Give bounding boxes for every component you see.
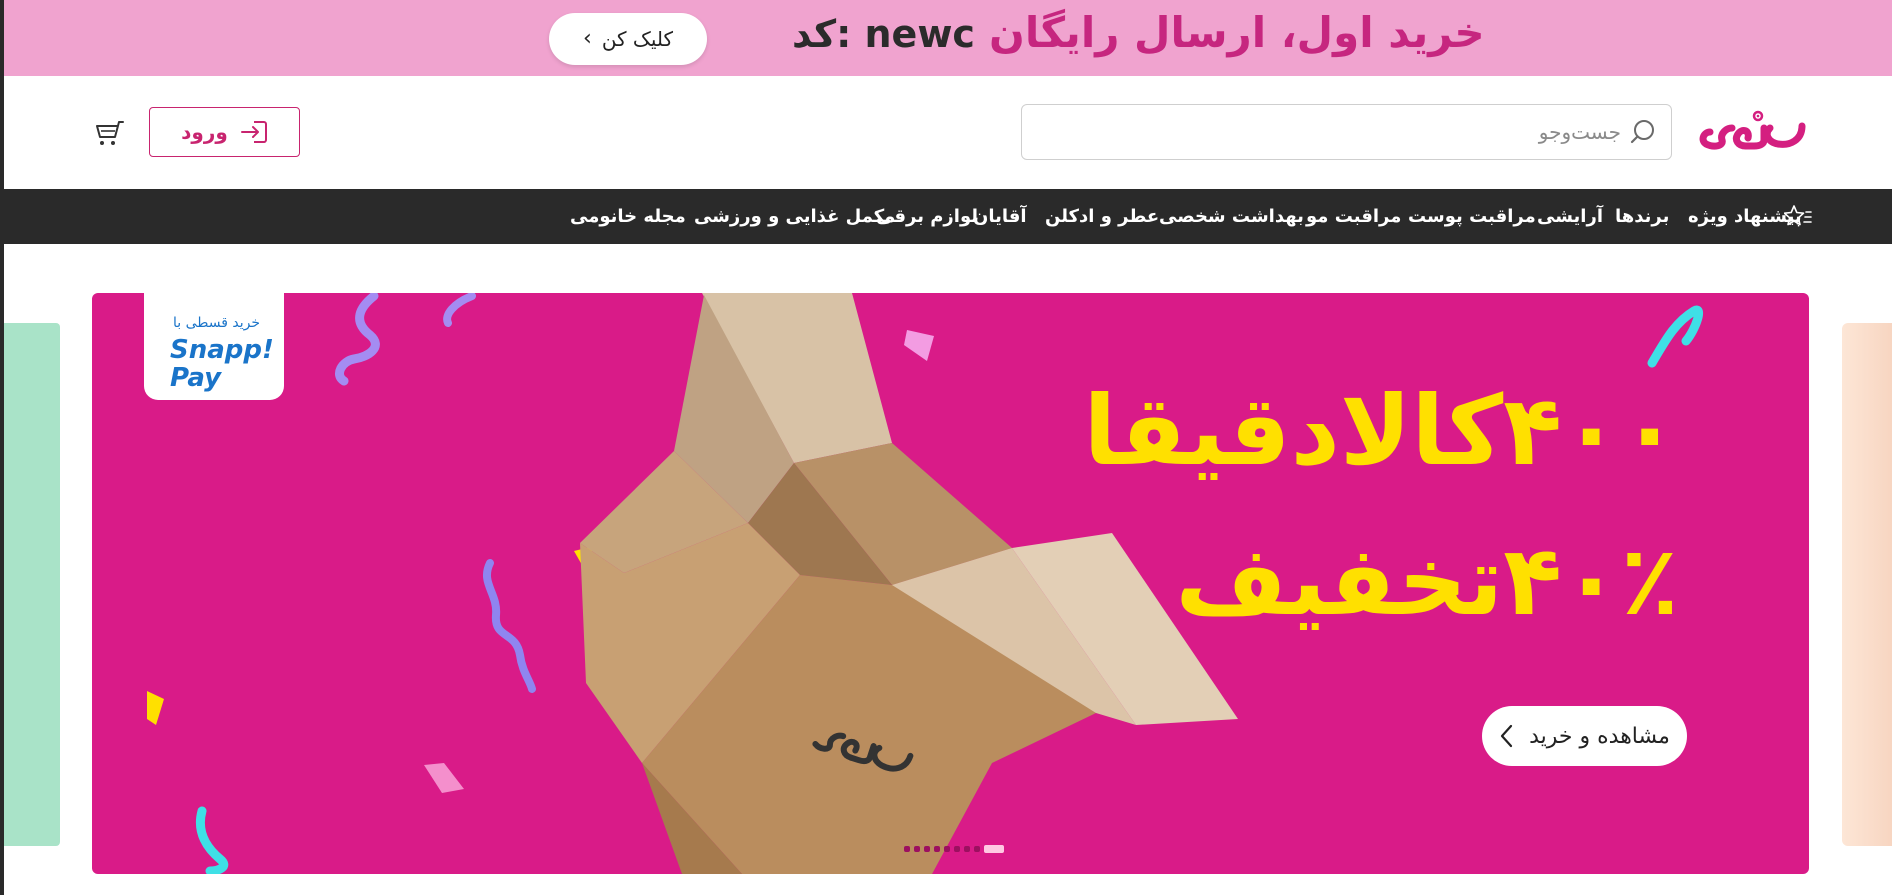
nav-item-magazine[interactable]: مجله خانومی xyxy=(570,189,686,244)
snapp-brand-line2: Pay xyxy=(170,363,222,393)
previous-slide-peek[interactable] xyxy=(4,323,60,846)
login-icon xyxy=(240,121,267,143)
hero-banner[interactable]: خرید قسطی با Snapp! Pay ۴۰۰کالادقیقا ۴۰٪… xyxy=(92,293,1809,874)
nav-item-cosmetics[interactable]: آرایشی xyxy=(1537,189,1603,244)
promo-text: خرید اول، ارسال رایگان xyxy=(989,8,1485,57)
slider-dot-active[interactable] xyxy=(984,845,1004,853)
page: خرید اول، ارسال رایگان کد: newc ‹ کلیک ک… xyxy=(0,0,1892,895)
slider-dot[interactable] xyxy=(914,846,920,852)
login-label: ورود xyxy=(181,120,228,144)
promo-click-button[interactable]: ‹ کلیک کن xyxy=(549,13,707,65)
slider-dot[interactable] xyxy=(944,846,950,852)
hero-title-line2: ۴۰٪تخفیف xyxy=(1175,525,1679,637)
nav-item-brands[interactable]: برندها xyxy=(1615,189,1669,244)
search-box[interactable] xyxy=(1021,104,1672,160)
snapp-brand-line1: Snapp! xyxy=(170,335,274,365)
slider-dot[interactable] xyxy=(924,846,930,852)
chevron-left-icon: ‹ xyxy=(583,26,592,51)
slider-dot[interactable] xyxy=(954,846,960,852)
nav-item-perfume[interactable]: عطر و ادکلن xyxy=(1045,189,1159,244)
slider-dot[interactable] xyxy=(934,846,940,852)
snapp-pay-badge[interactable]: خرید قسطی با Snapp! Pay xyxy=(144,293,284,400)
slider-dot[interactable] xyxy=(974,846,980,852)
khanoumi-logo[interactable] xyxy=(1698,106,1806,156)
next-slide-peek[interactable] xyxy=(1842,323,1892,846)
nav-item-skin-care[interactable]: مراقبت پوست xyxy=(1408,189,1536,244)
slider-dot[interactable] xyxy=(904,846,910,852)
chevron-left-icon xyxy=(1500,724,1513,748)
cta-label: مشاهده و خرید xyxy=(1529,723,1670,749)
nav-item-hair-care[interactable]: مراقبت مو xyxy=(1306,189,1401,244)
cart-icon[interactable] xyxy=(94,116,126,148)
slider-dots xyxy=(904,845,1004,853)
promo-click-label: کلیک کن xyxy=(601,27,673,51)
slider-dot[interactable] xyxy=(964,846,970,852)
login-button[interactable]: ورود xyxy=(149,107,300,157)
promo-code: کد: newc xyxy=(792,12,975,56)
main-nav: پیشنهاد ویژه برندها آرایشی مراقبت پوست م… xyxy=(4,189,1892,244)
snapp-subtitle: خرید قسطی با xyxy=(172,315,260,331)
nav-item-supplements[interactable]: مکمل غذایی و ورزشی xyxy=(694,189,895,244)
nav-item-personal-hygiene[interactable]: بهداشت شخصی xyxy=(1159,189,1304,244)
search-icon xyxy=(1630,120,1654,144)
search-input[interactable] xyxy=(1022,105,1621,159)
nav-item-special-offer[interactable]: پیشنهاد ویژه xyxy=(1688,189,1802,244)
hero-title-line1: ۴۰۰کالادقیقا xyxy=(1083,375,1679,487)
nav-item-men[interactable]: آقایان xyxy=(973,189,1027,244)
view-and-buy-button[interactable]: مشاهده و خرید xyxy=(1482,706,1687,766)
promo-banner[interactable]: خرید اول، ارسال رایگان کد: newc ‹ کلیک ک… xyxy=(4,0,1892,76)
